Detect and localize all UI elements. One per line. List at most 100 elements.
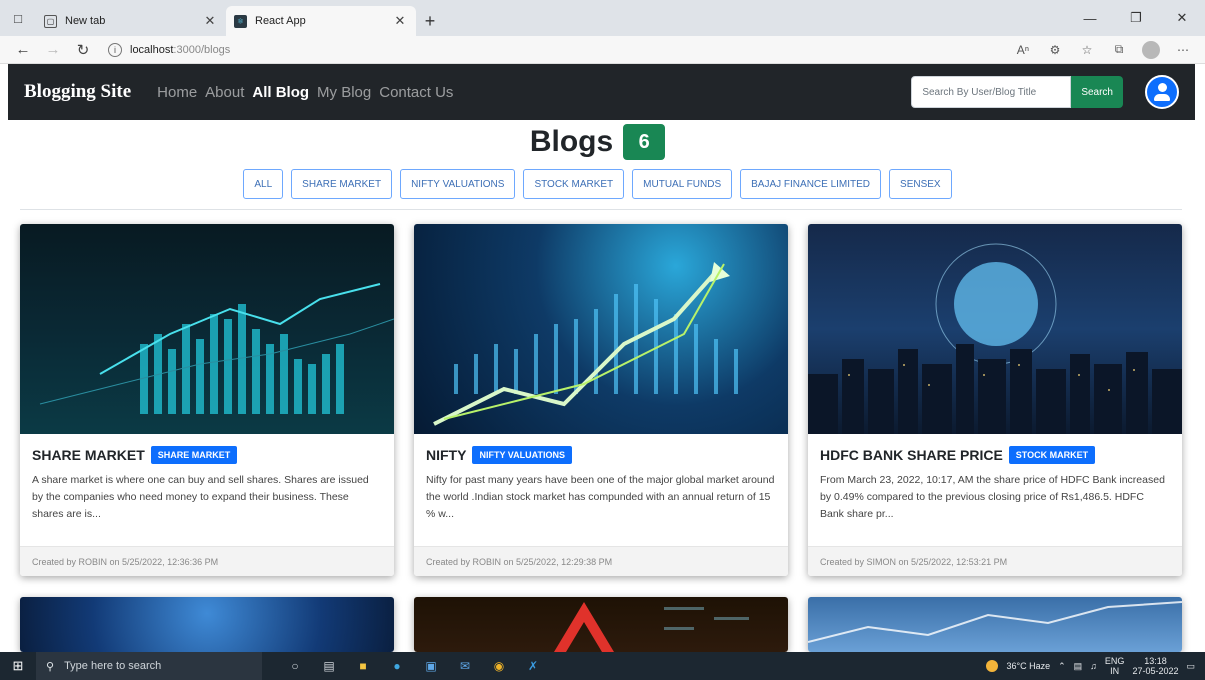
collections-icon[interactable]: ⧉ bbox=[1105, 38, 1133, 62]
user-avatar[interactable] bbox=[1145, 75, 1179, 109]
blog-card-image bbox=[20, 224, 394, 434]
nav-about[interactable]: About bbox=[205, 84, 244, 101]
chevron-up-icon[interactable]: ⌃ bbox=[1058, 661, 1066, 672]
task-view-icon[interactable]: ▤ bbox=[316, 655, 342, 677]
file-explorer-icon[interactable]: ■ bbox=[350, 655, 376, 677]
search-form: Search bbox=[911, 76, 1123, 108]
category-tag: SHARE MARKET bbox=[150, 446, 238, 464]
blog-card[interactable] bbox=[20, 597, 394, 652]
tab-new-tab[interactable]: ▢ New tab ✕ bbox=[36, 6, 226, 36]
category-tag: STOCK MARKET bbox=[1008, 446, 1096, 464]
blog-card-image bbox=[808, 224, 1182, 434]
page-heading: Blogs 6 bbox=[0, 124, 1195, 160]
cortana-icon[interactable]: ○ bbox=[282, 655, 308, 677]
clock-date: 27-05-2022 bbox=[1132, 666, 1179, 676]
divider bbox=[20, 209, 1182, 210]
minimize-icon[interactable]: — bbox=[1067, 0, 1113, 36]
blog-card-body: HDFC BANK SHARE PRICE STOCK MARKET From … bbox=[808, 434, 1182, 546]
url-path: :3000/blogs bbox=[173, 43, 231, 56]
reload-icon[interactable]: ↻ bbox=[68, 38, 98, 62]
tab-actions-icon[interactable]: □ bbox=[0, 0, 36, 36]
filter-share-market[interactable]: SHARE MARKET bbox=[291, 169, 393, 199]
blog-title[interactable]: NIFTY bbox=[426, 447, 466, 463]
filter-bajaj-finance-limited[interactable]: BAJAJ FINANCE LIMITED bbox=[740, 169, 882, 199]
volume-icon[interactable]: ♫ bbox=[1090, 661, 1097, 671]
blog-card-image bbox=[414, 597, 788, 652]
filter-mutual-funds[interactable]: MUTUAL FUNDS bbox=[632, 169, 733, 199]
filter-sensex[interactable]: SENSEX bbox=[889, 169, 952, 199]
tab-react-app[interactable]: ⚛ React App ✕ bbox=[226, 6, 416, 36]
clock-time: 13:18 bbox=[1144, 656, 1167, 666]
lang-top: ENG bbox=[1104, 656, 1125, 666]
nav-my-blog[interactable]: My Blog bbox=[317, 84, 371, 101]
blog-card[interactable]: HDFC BANK SHARE PRICE STOCK MARKET From … bbox=[808, 224, 1182, 576]
category-tag: NIFTY VALUATIONS bbox=[472, 446, 572, 464]
network-icon[interactable]: ▤ bbox=[1074, 661, 1083, 672]
nav-all-blog[interactable]: All Blog bbox=[252, 84, 309, 101]
tab-label: New tab bbox=[65, 15, 106, 27]
chrome-icon[interactable]: ◉ bbox=[486, 655, 512, 677]
filter-all[interactable]: ALL bbox=[243, 169, 284, 199]
address-bar: ← → ↻ i localhost:3000/blogs Aⁿ ⚙ ☆ ⧉ ⋯ bbox=[0, 36, 1205, 64]
back-icon[interactable]: ← bbox=[8, 38, 38, 62]
blog-excerpt: A share market is where one can buy and … bbox=[32, 474, 369, 520]
clock[interactable]: 13:18 27-05-2022 bbox=[1132, 656, 1178, 676]
site-info-icon[interactable]: i bbox=[108, 42, 122, 57]
forward-icon[interactable]: → bbox=[38, 38, 68, 62]
nav-home[interactable]: Home bbox=[157, 84, 197, 101]
blog-card-image bbox=[808, 597, 1182, 652]
url-field[interactable]: i localhost:3000/blogs bbox=[108, 42, 1009, 57]
filter-stock-market[interactable]: STOCK MARKET bbox=[523, 169, 625, 199]
edge-icon[interactable]: ● bbox=[384, 655, 410, 677]
search-input[interactable] bbox=[911, 76, 1072, 108]
blog-meta: Created by ROBIN on 5/25/2022, 12:36:36 … bbox=[20, 546, 394, 576]
blog-card[interactable] bbox=[414, 597, 788, 652]
blog-card[interactable] bbox=[808, 597, 1182, 652]
blog-card[interactable]: NIFTY NIFTY VALUATIONS Nifty for past ma… bbox=[414, 224, 788, 576]
close-icon[interactable]: ✕ bbox=[392, 13, 408, 29]
nav-links: Home About All Blog My Blog Contact Us bbox=[157, 84, 453, 101]
blog-card-body: NIFTY NIFTY VALUATIONS Nifty for past ma… bbox=[414, 434, 788, 546]
react-favicon-icon: ⚛ bbox=[234, 14, 247, 28]
more-icon[interactable]: ⋯ bbox=[1169, 38, 1197, 62]
taskbar-search[interactable]: ⚲ Type here to search bbox=[36, 652, 262, 680]
blog-meta: Created by ROBIN on 5/25/2022, 12:29:38 … bbox=[414, 546, 788, 576]
mail-icon[interactable]: ✉ bbox=[452, 655, 478, 677]
blog-card[interactable]: SHARE MARKET SHARE MARKET A share market… bbox=[20, 224, 394, 576]
profile-icon[interactable] bbox=[1142, 40, 1160, 59]
windows-start-icon[interactable]: ⊞ bbox=[0, 652, 36, 680]
new-tab-favicon-icon: ▢ bbox=[44, 14, 57, 28]
blog-card-image bbox=[414, 224, 788, 434]
user-icon bbox=[1153, 83, 1171, 101]
extension-icon[interactable]: ⚙ bbox=[1041, 38, 1069, 62]
nav-contact-us[interactable]: Contact Us bbox=[379, 84, 453, 101]
search-button[interactable]: Search bbox=[1071, 76, 1123, 108]
restore-icon[interactable]: ❐ bbox=[1113, 0, 1159, 36]
read-aloud-icon[interactable]: Aⁿ bbox=[1009, 38, 1037, 62]
tab-label: React App bbox=[255, 15, 306, 27]
language-indicator[interactable]: ENG IN bbox=[1105, 656, 1125, 676]
brand-logo[interactable]: Blogging Site bbox=[24, 81, 131, 103]
close-icon[interactable]: ✕ bbox=[202, 13, 218, 29]
close-window-icon[interactable]: ✕ bbox=[1159, 0, 1205, 36]
window-controls: — ❐ ✕ bbox=[1067, 0, 1205, 36]
taskbar-apps: ○ ▤ ■ ● ▣ ✉ ◉ ✗ bbox=[282, 655, 546, 677]
weather-text[interactable]: 36°C Haze bbox=[1006, 661, 1050, 671]
store-icon[interactable]: ▣ bbox=[418, 655, 444, 677]
blog-title[interactable]: SHARE MARKET bbox=[32, 447, 145, 463]
lang-bottom: IN bbox=[1110, 666, 1120, 676]
notifications-icon[interactable]: ▭ bbox=[1186, 661, 1195, 672]
system-tray: 36°C Haze ⌃ ▤ ♫ ENG IN 13:18 27-05-2022 … bbox=[986, 656, 1205, 676]
blog-excerpt: From March 23, 2022, 10:17, AM the share… bbox=[820, 474, 1165, 520]
blog-card-body: SHARE MARKET SHARE MARKET A share market… bbox=[20, 434, 394, 546]
browser-tab-bar: □ ▢ New tab ✕ ⚛ React App ✕ + — ❐ ✕ bbox=[0, 0, 1205, 36]
vscode-icon[interactable]: ✗ bbox=[520, 655, 546, 677]
favorites-icon[interactable]: ☆ bbox=[1073, 38, 1101, 62]
app-navbar: Blogging Site Home About All Blog My Blo… bbox=[8, 64, 1195, 120]
blog-excerpt: Nifty for past many years have been one … bbox=[426, 474, 775, 520]
blog-count-badge: 6 bbox=[623, 124, 666, 160]
blog-title[interactable]: HDFC BANK SHARE PRICE bbox=[820, 447, 1003, 463]
filter-nifty-valuations[interactable]: NIFTY VALUATIONS bbox=[400, 169, 516, 199]
new-tab-button[interactable]: + bbox=[416, 6, 444, 36]
blog-card-image bbox=[20, 597, 394, 652]
